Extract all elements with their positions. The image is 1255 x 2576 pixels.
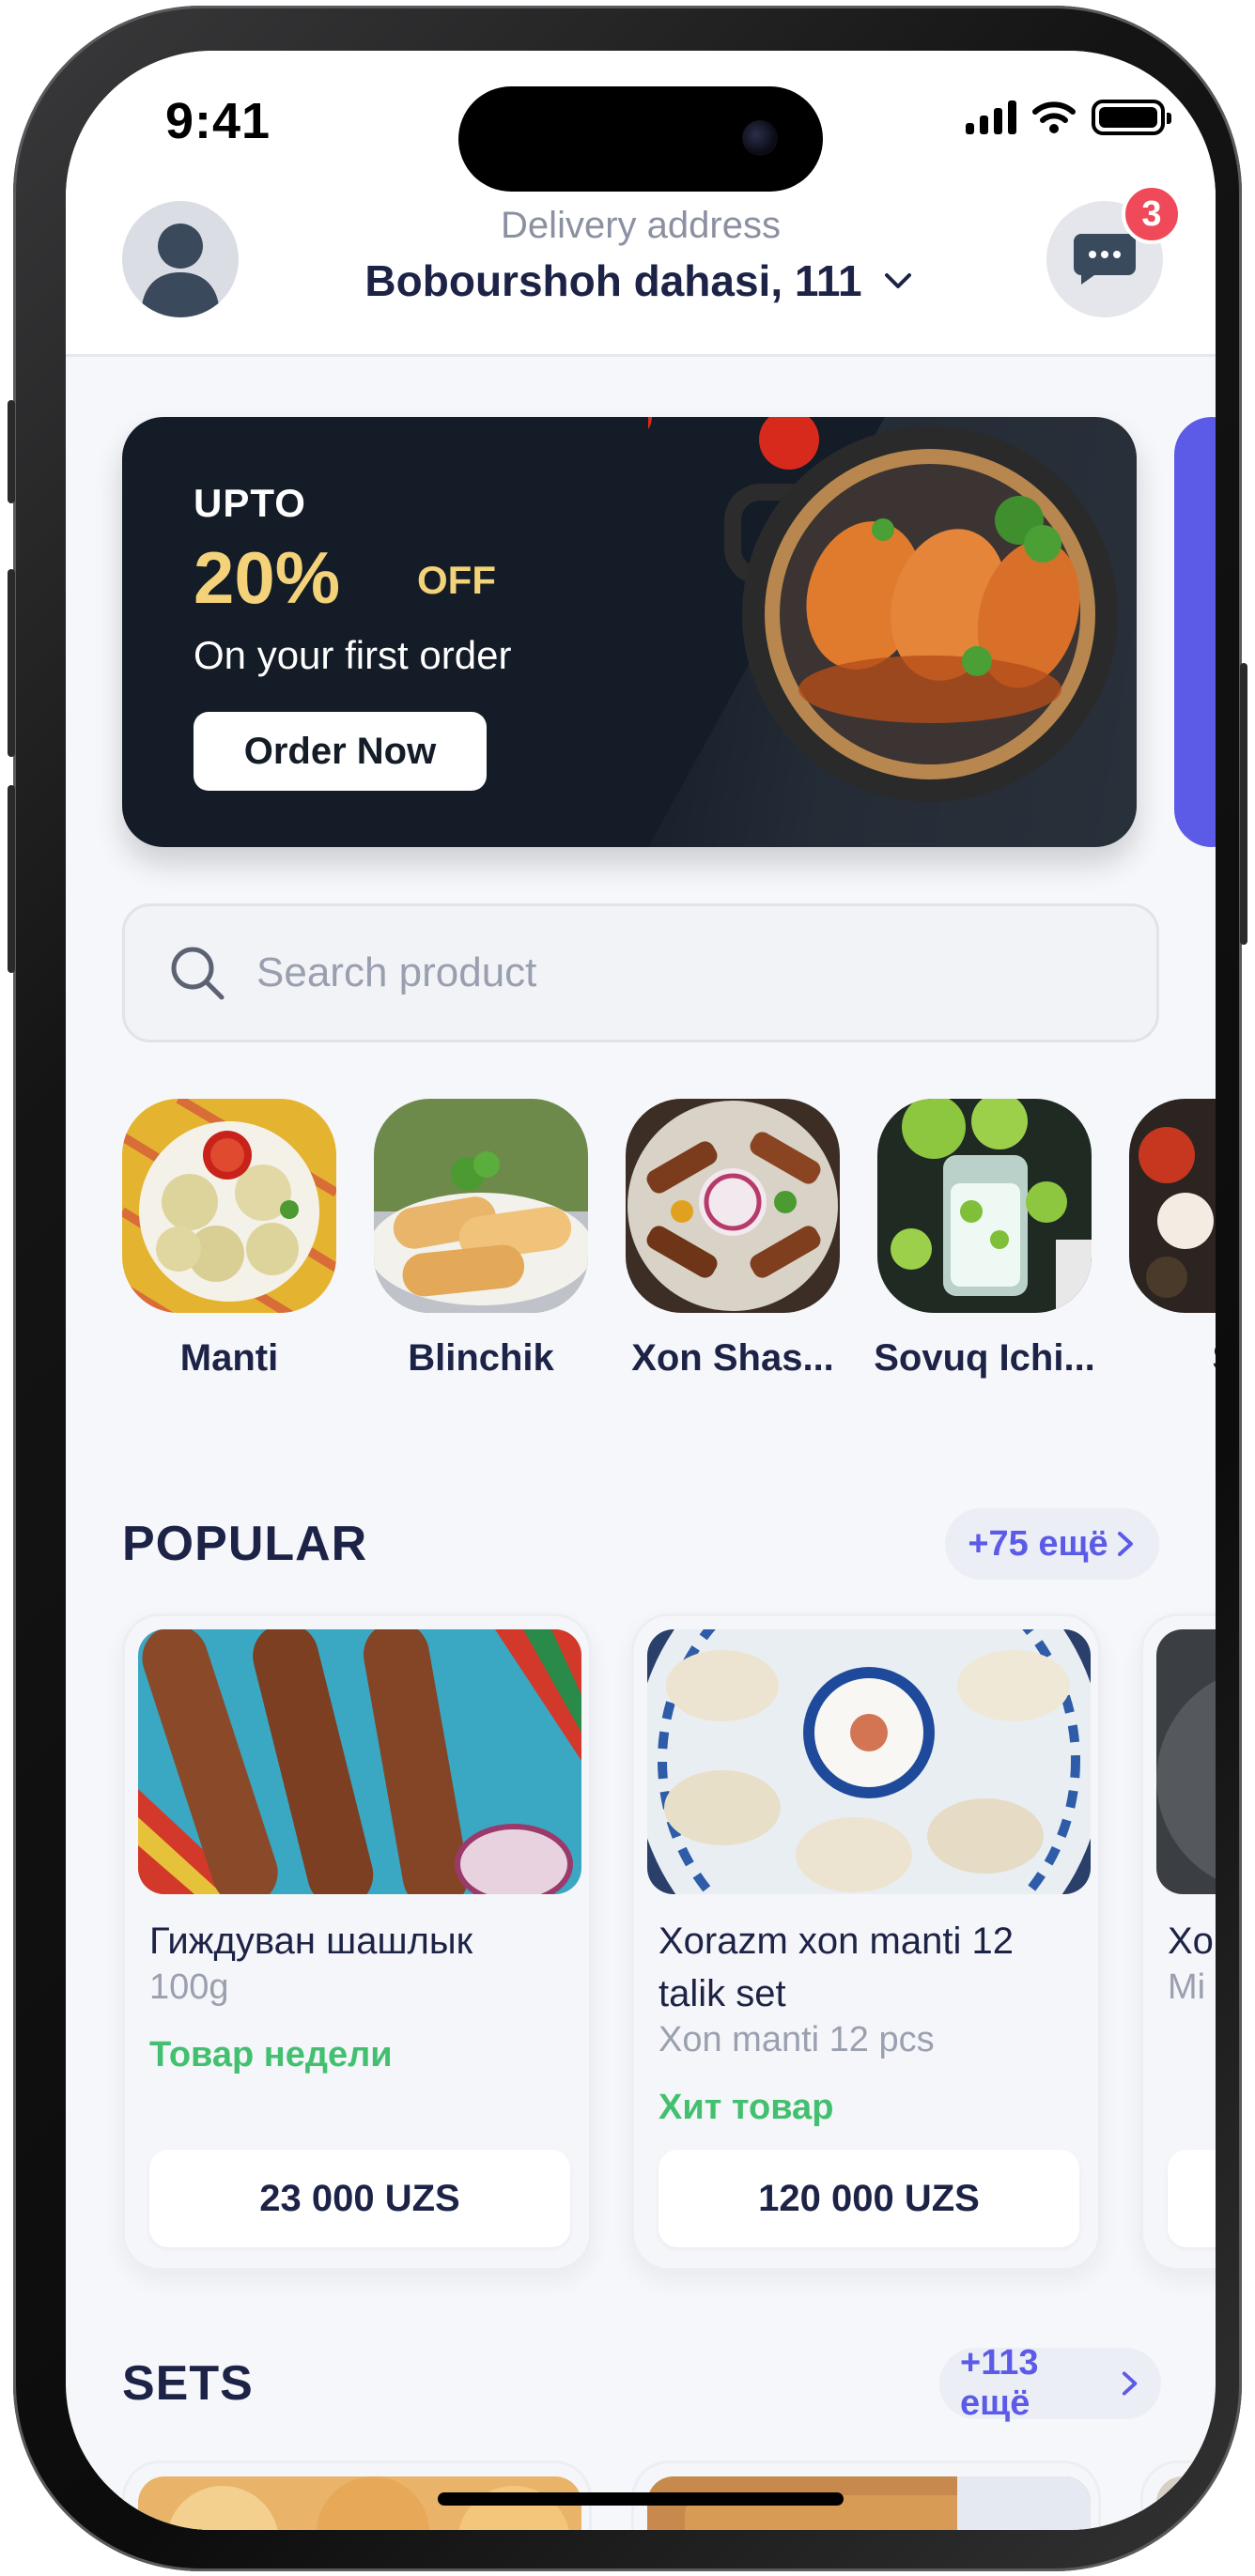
- category-image: [626, 1099, 840, 1313]
- chevron-right-icon: [1117, 1532, 1133, 1556]
- product-name: Xo: [1168, 1920, 1214, 1962]
- phone-volume-down-button: [8, 785, 15, 973]
- sets-see-more-button[interactable]: +113 ещё: [939, 2343, 1161, 2423]
- next-promo-banner[interactable]: [1174, 417, 1216, 847]
- search-icon: [171, 947, 225, 1000]
- delivery-address-value: Bobourshoh dahasi, 111: [364, 256, 862, 305]
- phone-power-button: [1240, 663, 1247, 945]
- category-image: [877, 1099, 1092, 1313]
- product-price-button[interactable]: 23 000 UZS: [149, 2150, 570, 2247]
- dynamic-island: [458, 86, 823, 192]
- category-image: [122, 1099, 336, 1313]
- banner-off-text: OFF: [417, 558, 496, 602]
- phone-mute-button: [8, 400, 15, 503]
- product-weight: Mi: [1168, 1967, 1206, 2007]
- product-name: Гиждуван шашлык: [149, 1920, 473, 1962]
- chat-icon: [1074, 234, 1136, 285]
- category-label: So: [1212, 1337, 1216, 1380]
- category-item-manti[interactable]: Manti: [122, 1099, 336, 1380]
- battery-icon: [1092, 100, 1171, 135]
- camera-icon: [742, 120, 778, 156]
- set-image: [1156, 2476, 1216, 2530]
- order-now-button[interactable]: Order Now: [194, 712, 487, 791]
- product-image: [647, 1629, 1091, 1894]
- set-card[interactable]: [1140, 2460, 1216, 2530]
- delivery-address-label: Delivery address: [501, 205, 781, 246]
- product-price-button[interactable]: [1168, 2150, 1216, 2247]
- category-label: Sovuq Ichi...: [874, 1337, 1095, 1379]
- home-indicator[interactable]: [438, 2492, 844, 2506]
- product-card[interactable]: Xo Mi: [1140, 1613, 1216, 2271]
- category-image: [1129, 1099, 1216, 1313]
- product-weight: Xon manti 12 pcs: [658, 2020, 935, 2059]
- popular-see-more-label: +75 ещё: [968, 1523, 1108, 1564]
- product-image: [1156, 1629, 1216, 1894]
- screen: Delivery address Bobourshoh dahasi, 111 …: [66, 51, 1216, 2530]
- category-item-blinchik[interactable]: Blinchik: [374, 1099, 588, 1380]
- banner-upto-text: UPTO: [194, 481, 306, 525]
- delivery-address-selector[interactable]: Bobourshoh dahasi, 111: [66, 255, 1216, 306]
- search-input[interactable]: [256, 949, 1008, 996]
- status-time: 9:41: [165, 93, 271, 149]
- category-item-sovuq-ichimlik[interactable]: Sovuq Ichi...: [874, 1099, 1095, 1380]
- category-item-partial[interactable]: So: [1129, 1099, 1216, 1380]
- product-card[interactable]: Xorazm xon manti 12 talik set Xon manti …: [631, 1613, 1101, 2271]
- product-tag: Хит товар: [658, 2088, 834, 2127]
- search-bar[interactable]: [122, 903, 1159, 1042]
- product-tag: Товар недели: [149, 2035, 393, 2075]
- product-name: Xorazm xon manti 12 talik set: [658, 1920, 1014, 2014]
- category-label: Manti: [179, 1337, 279, 1379]
- dish-illustration: [648, 417, 1118, 802]
- popular-section-title: POPULAR: [122, 1517, 368, 1571]
- chevron-right-icon: [1122, 2371, 1138, 2396]
- product-weight: 100g: [149, 1967, 229, 2007]
- sets-see-more-label: +113 ещё: [960, 2343, 1039, 2423]
- product-image: [138, 1629, 581, 1894]
- chevron-down-icon: [884, 273, 911, 288]
- category-label: Blinchik: [408, 1337, 554, 1379]
- banner-discount-percent: 20%: [194, 536, 341, 619]
- promo-banner[interactable]: UPTO 20% OFF On your first order Order N…: [122, 417, 1137, 847]
- signal-icon: [966, 100, 1016, 134]
- product-price-button[interactable]: 120 000 UZS: [658, 2150, 1079, 2247]
- category-image: [374, 1099, 588, 1313]
- category-list: Manti Blinchik Xon Shas... Sovuq Ichi...: [122, 1099, 1216, 1380]
- popular-product-list: Гиждуван шашлык 100g Товар недели 23 000…: [122, 1613, 1216, 2271]
- popular-see-more-button[interactable]: +75 ещё: [945, 1508, 1159, 1580]
- wifi-icon: [1032, 101, 1076, 133]
- sets-section-title: SETS: [122, 2356, 254, 2411]
- phone-frame: Delivery address Bobourshoh dahasi, 111 …: [8, 6, 1247, 2571]
- banner-subtitle: On your first order: [194, 633, 512, 677]
- category-label: Xon Shas...: [631, 1337, 834, 1379]
- notification-badge: 3: [1122, 184, 1182, 244]
- phone-volume-up-button: [8, 569, 15, 757]
- product-card[interactable]: Гиждуван шашлык 100g Товар недели 23 000…: [122, 1613, 592, 2271]
- status-icons: [966, 100, 1171, 135]
- category-item-xon-shashlik[interactable]: Xon Shas...: [626, 1099, 840, 1380]
